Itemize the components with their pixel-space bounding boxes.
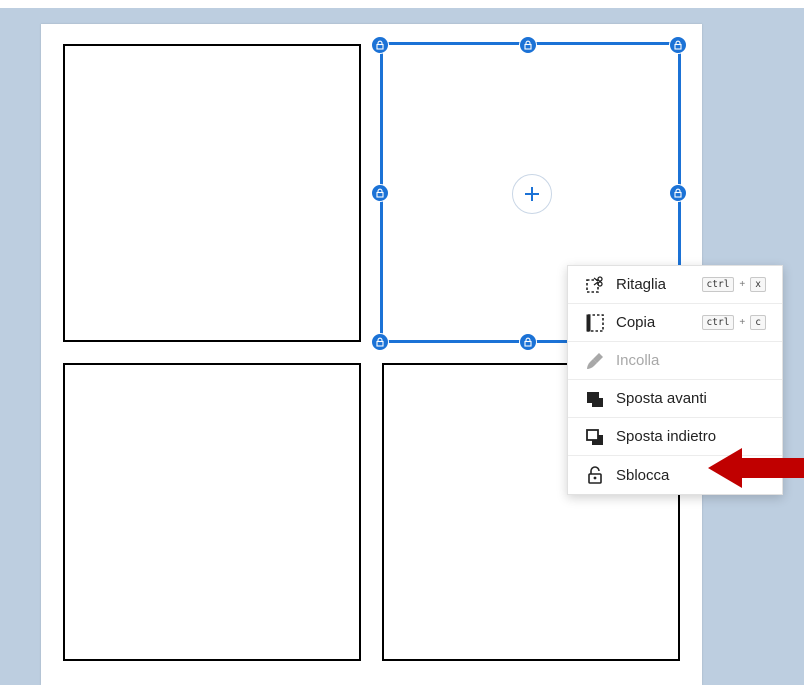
menu-item-bring-forward[interactable]: Sposta avanti	[568, 380, 782, 418]
menu-item-cut[interactable]: Ritaglia ctrl + x	[568, 266, 782, 304]
lock-handle-top-left-icon[interactable]	[371, 36, 389, 54]
comic-panel-top-left[interactable]	[63, 44, 361, 342]
paste-icon	[584, 350, 606, 372]
lock-handle-middle-left-icon[interactable]	[371, 184, 389, 202]
menu-item-label: Incolla	[616, 352, 660, 369]
lock-handle-bottom-left-icon[interactable]	[371, 333, 389, 351]
menu-item-label: Sposta indietro	[616, 428, 717, 445]
bring-forward-icon	[584, 388, 606, 410]
shortcut-cut: ctrl + x	[701, 277, 766, 292]
lock-handle-bottom-center-icon[interactable]	[519, 333, 537, 351]
red-arrow-annotation	[708, 448, 804, 488]
shortcut-key-c: c	[750, 315, 766, 330]
shortcut-plus: +	[739, 317, 746, 328]
lock-handle-middle-right-icon[interactable]	[669, 184, 687, 202]
lock-handle-top-center-icon[interactable]	[519, 36, 537, 54]
plus-icon	[525, 187, 539, 201]
menu-item-label: Sposta avanti	[616, 390, 707, 407]
menu-item-label: Copia	[616, 314, 656, 331]
menu-item-label: Ritaglia	[616, 276, 667, 293]
top-toolbar-strip	[0, 0, 804, 8]
shortcut-copy: ctrl + c	[701, 315, 766, 330]
shortcut-key-ctrl: ctrl	[701, 277, 735, 292]
menu-item-paste[interactable]: Incolla	[568, 342, 782, 380]
cut-icon	[584, 274, 606, 296]
send-backward-icon	[584, 426, 606, 448]
shortcut-key-x: x	[750, 277, 766, 292]
shortcut-plus: +	[739, 279, 746, 290]
menu-item-label: Sblocca	[616, 466, 670, 484]
menu-item-copy[interactable]: Copia ctrl + c	[568, 304, 782, 342]
add-content-button[interactable]	[512, 174, 552, 214]
shortcut-key-ctrl: ctrl	[701, 315, 735, 330]
unlock-icon	[584, 464, 606, 486]
copy-icon	[584, 312, 606, 334]
comic-panel-bottom-left[interactable]	[63, 363, 361, 661]
lock-handle-top-right-icon[interactable]	[669, 36, 687, 54]
